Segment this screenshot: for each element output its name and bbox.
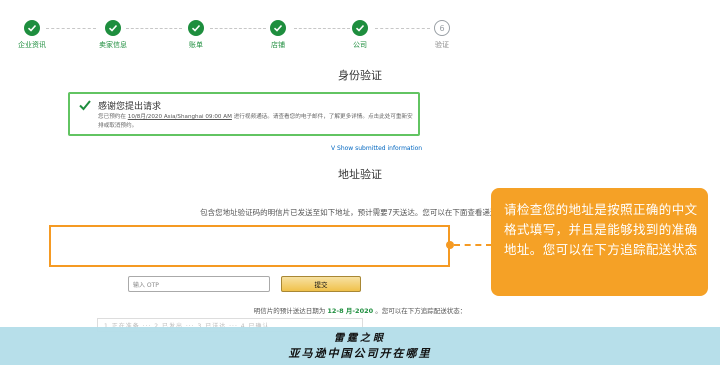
step-seller-info[interactable]: 卖家信息 [73, 20, 153, 50]
address-display-box [49, 225, 450, 267]
due-prefix: 明信片的预计送达日期为 [253, 307, 326, 315]
alert-body: 您已预约在 10/8月/2020 Asia/Shanghai 09:00 AM … [98, 113, 416, 131]
step-store[interactable]: 店铺 [238, 20, 318, 50]
check-icon [270, 20, 286, 36]
step-verification[interactable]: 6 验证 [402, 20, 482, 50]
due-suffix: 。您可以在下方追踪配送状态： [375, 307, 467, 315]
step-company-info[interactable]: 企业资讯 [0, 20, 72, 50]
callout-note: 请检查您的地址是按照正确的中文格式填写，并且是能够找到的准确地址。您可以在下方追… [491, 188, 708, 296]
step-label: 账单 [189, 41, 203, 49]
step-label: 卖家信息 [99, 41, 127, 49]
progress-steps: 企业资讯 卖家信息 账单 店铺 公司 6 验证 [0, 0, 720, 58]
success-alert: 感谢您提出请求 您已预约在 10/8月/2020 Asia/Shanghai 0… [68, 92, 420, 136]
step-billing[interactable]: 账单 [156, 20, 236, 50]
delivery-due-text: 明信片的预计送达日期为 12-8 月-2020 。您可以在下方追踪配送状态： [0, 305, 720, 315]
appointment-time: 10/8月/2020 Asia/Shanghai 09:00 AM [127, 114, 232, 120]
step-number: 6 [434, 20, 450, 36]
otp-input[interactable]: 输入 OTP [128, 276, 270, 292]
address-heading: 地址验证 [338, 168, 382, 181]
checkmark-icon [79, 100, 91, 111]
banner-line-1: 雷霆之眼 [334, 333, 386, 344]
check-icon [352, 20, 368, 36]
alert-body-prefix: 您已预约在 [98, 114, 126, 120]
step-label: 公司 [353, 41, 367, 49]
show-submitted-link[interactable]: V Show submitted information [331, 145, 422, 152]
step-label: 店铺 [271, 41, 285, 49]
due-date: 12-8 月-2020 [327, 307, 374, 315]
identity-heading: 身份验证 [338, 69, 382, 82]
step-company[interactable]: 公司 [320, 20, 400, 50]
step-label: 企业资讯 [18, 41, 46, 49]
check-icon [105, 20, 121, 36]
connector-dot [446, 241, 454, 249]
page: 企业资讯 卖家信息 账单 店铺 公司 6 验证 身份验证 感谢您提出请求 您已预… [0, 0, 720, 365]
check-icon [24, 20, 40, 36]
connector-line [454, 244, 492, 246]
step-label: 验证 [435, 41, 449, 49]
banner-line-2: 亚马逊中国公司开在哪里 [288, 347, 432, 360]
submit-button[interactable]: 提交 [281, 276, 361, 292]
check-icon [188, 20, 204, 36]
alert-title: 感谢您提出请求 [98, 102, 162, 112]
